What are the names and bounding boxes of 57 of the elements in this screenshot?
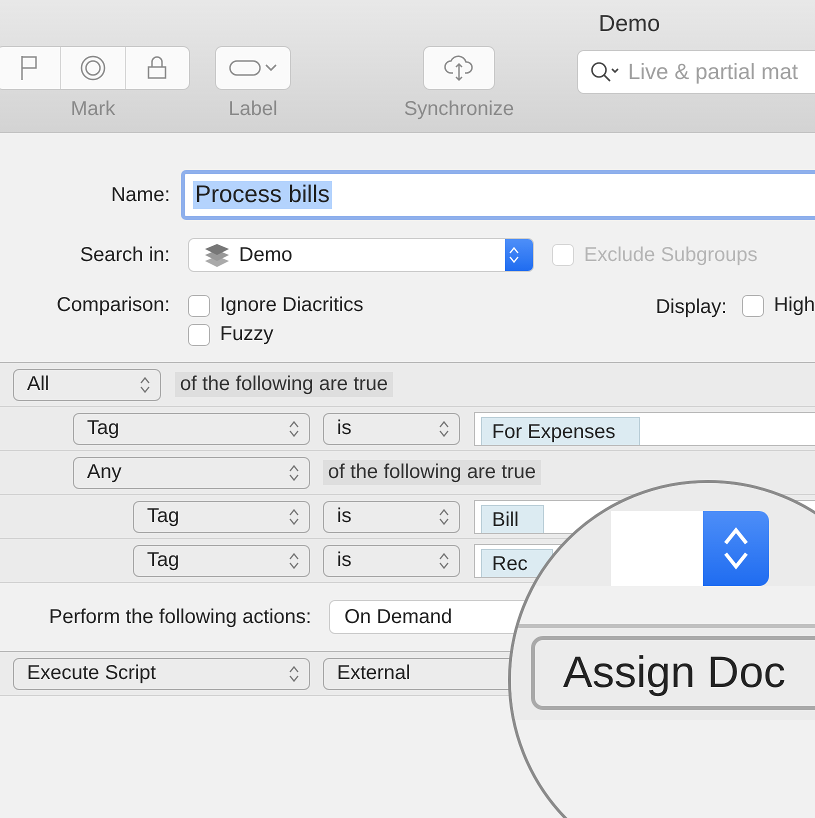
toolbar-label: Label — [228, 98, 278, 121]
target-icon — [80, 55, 106, 81]
chevron-icon — [289, 508, 299, 526]
toolbar-label: Mark — [70, 98, 116, 121]
name-field[interactable]: Process bills — [181, 170, 815, 220]
window-title: Demo — [598, 10, 660, 36]
capsule-icon — [229, 60, 261, 76]
field-label: Comparison: — [56, 294, 170, 317]
checkbox-label: Exclude Subgroups — [584, 244, 758, 266]
field-popup[interactable]: Tag — [133, 500, 310, 532]
chevron-icon — [439, 420, 449, 438]
cloud-sync-icon — [444, 54, 474, 82]
chevron-icon — [723, 525, 749, 572]
chevron-icon — [289, 464, 299, 482]
magnified-popup[interactable]: Assign Doc — [531, 636, 815, 710]
field-label: Search in: — [78, 244, 170, 266]
tag-token: Bill — [481, 504, 544, 532]
quantifier-popup[interactable]: All — [13, 368, 161, 400]
quantifier-popup[interactable]: Any — [73, 456, 310, 488]
chevron-icon — [140, 376, 150, 394]
actions-label: Perform the following actions: — [49, 606, 312, 628]
chevron-icon — [289, 664, 299, 682]
checkbox-label: Fuzzy — [220, 323, 274, 346]
mark-segmented-control[interactable] — [0, 46, 190, 90]
field-label: Name: — [110, 184, 170, 206]
search-icon — [590, 61, 620, 83]
checkbox[interactable] — [742, 294, 764, 316]
checkbox-label: High — [774, 294, 815, 317]
flag-icon — [20, 55, 38, 81]
value-field[interactable]: For Expenses — [474, 412, 815, 446]
chevron-icon — [289, 420, 299, 438]
group-text: of the following are true — [175, 372, 393, 397]
lock-icon — [147, 56, 168, 80]
sync-button[interactable] — [423, 46, 495, 90]
checkbox-label: Ignore Diacritics — [220, 294, 364, 317]
search-field[interactable]: Live & partial mat — [577, 50, 815, 94]
chevron-icon — [289, 552, 299, 570]
field-popup[interactable]: Tag — [133, 544, 310, 576]
label-popup-button[interactable] — [215, 46, 291, 90]
action-popup[interactable]: Execute Script — [13, 658, 310, 690]
search-in-popup[interactable]: Demo — [188, 238, 534, 272]
checkbox[interactable] — [188, 294, 210, 316]
tag-token: Rec — [481, 548, 553, 576]
field-popup[interactable]: Tag — [73, 412, 310, 444]
operator-popup[interactable]: is — [323, 544, 460, 576]
checkbox[interactable] — [188, 324, 210, 346]
operator-popup[interactable]: is — [323, 500, 460, 532]
operator-popup[interactable]: is — [323, 412, 460, 444]
tag-token: For Expenses — [481, 416, 640, 444]
field-label: Display: — [656, 296, 727, 319]
chevron-icon — [439, 508, 449, 526]
layers-icon — [203, 242, 231, 268]
chevron-icon — [509, 246, 519, 264]
group-text: of the following are true — [323, 460, 541, 485]
toolbar-label: Synchronize — [404, 98, 514, 121]
caret-icon — [265, 64, 277, 72]
chevron-icon — [439, 552, 449, 570]
